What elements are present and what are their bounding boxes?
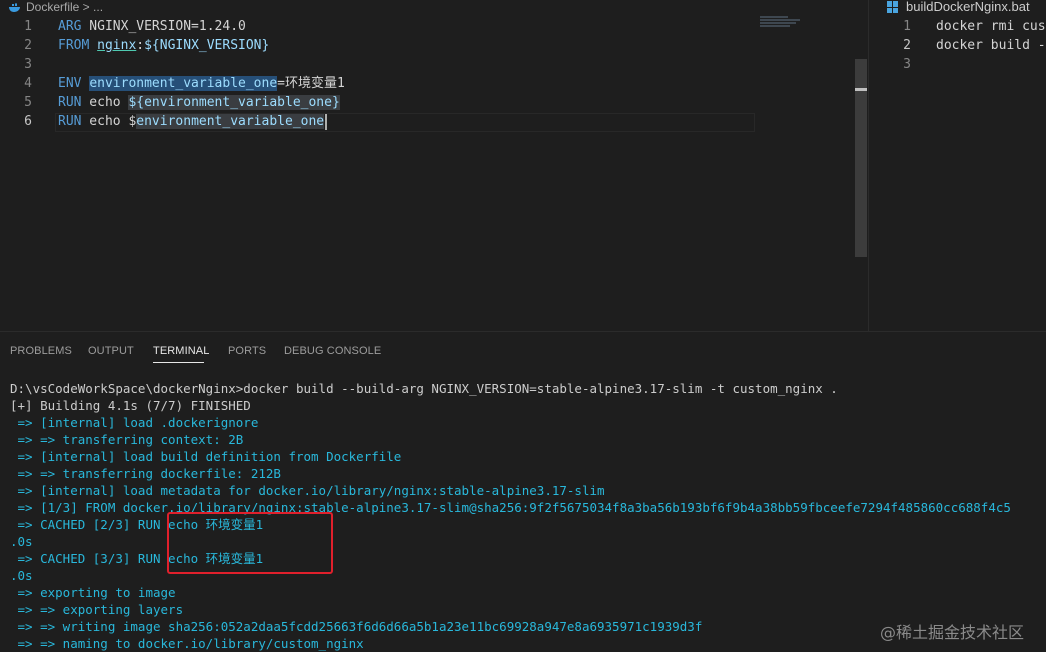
keyword: FROM: [58, 38, 90, 53]
docker-icon: [9, 3, 20, 13]
terminal-line: => [internal] load build definition from…: [10, 449, 402, 464]
dockerfile-editor[interactable]: Dockerfile > ... 1 2 3 4 5 6 ARG NGINX_V…: [0, 0, 855, 331]
breadcrumb[interactable]: Dockerfile > ...: [8, 0, 103, 14]
tab-output[interactable]: OUTPUT: [88, 344, 134, 358]
terminal-line: => => writing image sha256:052a2daa5fcdd…: [10, 619, 703, 634]
terminal-line: => => transferring context: 2B: [10, 432, 244, 447]
tab-debug-console[interactable]: DEBUG CONSOLE: [284, 344, 381, 358]
code-line[interactable]: FROM nginx:${NGINX_VERSION}: [58, 36, 269, 55]
breadcrumb-text[interactable]: Dockerfile > ...: [26, 0, 103, 14]
variable-name: environment_variable_one: [89, 76, 278, 91]
code-line[interactable]: docker build -: [936, 36, 1046, 55]
scrollbar-position-marker: [855, 88, 867, 91]
line-number: 6: [24, 114, 32, 129]
terminal-line: => [internal] load metadata for docker.i…: [10, 483, 605, 498]
terminal-line: => [internal] load .dockerignore: [10, 415, 259, 430]
terminal-line: => exporting to image: [10, 585, 176, 600]
annotation-highlight-box: [167, 512, 333, 574]
keyword: RUN: [58, 114, 82, 129]
watermark: @稀土掘金技术社区: [880, 623, 1025, 642]
variable-ref: ${environment_variable_one}: [128, 95, 340, 110]
line-number: 2: [903, 38, 911, 53]
terminal-line: => => transferring dockerfile: 212B: [10, 466, 281, 481]
code-text: echo: [81, 114, 129, 129]
keyword: RUN: [58, 95, 82, 110]
tab-problems[interactable]: PROBLEMS: [10, 344, 72, 358]
code-text: 环境变量1: [284, 76, 345, 91]
panel-tab-bar: PROBLEMS OUTPUT TERMINAL PORTS DEBUG CON…: [0, 332, 1046, 368]
code-text: NGINX_VERSION=1.24.0: [81, 19, 246, 34]
windows-file-icon: [887, 1, 899, 13]
code-line[interactable]: docker rmi cust: [936, 17, 1046, 36]
code-line[interactable]: RUN echo $environment_variable_one: [58, 112, 328, 131]
line-number: 1: [903, 19, 911, 34]
line-number: 5: [24, 95, 32, 110]
active-tab-indicator: [153, 362, 204, 363]
terminal-line: D:\vsCodeWorkSpace\dockerNginx>docker bu…: [10, 381, 838, 396]
terminal-line: => [1/3] FROM docker.io/library/nginx:st…: [10, 500, 1011, 515]
image-name[interactable]: nginx: [97, 38, 136, 53]
line-number: 2: [24, 38, 32, 53]
code-text: =: [277, 76, 285, 91]
keyword: ENV: [58, 76, 82, 91]
bat-file-editor[interactable]: buildDockerNginx.bat 1 2 3 docker rmi cu…: [869, 0, 1046, 331]
code-line[interactable]: RUN echo ${environment_variable_one}: [58, 93, 340, 112]
tab-ports[interactable]: PORTS: [228, 344, 266, 358]
tab-terminal[interactable]: TERMINAL: [153, 344, 209, 358]
terminal-line: [+] Building 4.1s (7/7) FINISHED: [10, 398, 251, 413]
code-line[interactable]: ARG NGINX_VERSION=1.24.0: [58, 17, 246, 36]
text-cursor: [325, 113, 328, 130]
minimap[interactable]: [760, 16, 805, 30]
terminal-line: .0s: [10, 534, 33, 549]
code-text: echo: [81, 95, 129, 110]
editor-tab-title[interactable]: buildDockerNginx.bat: [906, 0, 1030, 14]
variable-ref: ${NGINX_VERSION}: [144, 38, 270, 53]
line-number: 3: [903, 57, 911, 72]
line-number: 3: [24, 57, 32, 72]
code-text: :: [136, 38, 145, 53]
code-line[interactable]: ENV environment_variable_one=环境变量1: [58, 74, 345, 93]
terminal-line: => => exporting layers: [10, 602, 184, 617]
keyword: ARG: [58, 19, 82, 34]
variable-ref: environment_variable_one: [136, 114, 325, 129]
line-number: 4: [24, 76, 32, 91]
terminal-line: .0s: [10, 568, 33, 583]
terminal-line: => => naming to docker.io/library/custom…: [10, 636, 364, 651]
line-number: 1: [24, 19, 32, 34]
